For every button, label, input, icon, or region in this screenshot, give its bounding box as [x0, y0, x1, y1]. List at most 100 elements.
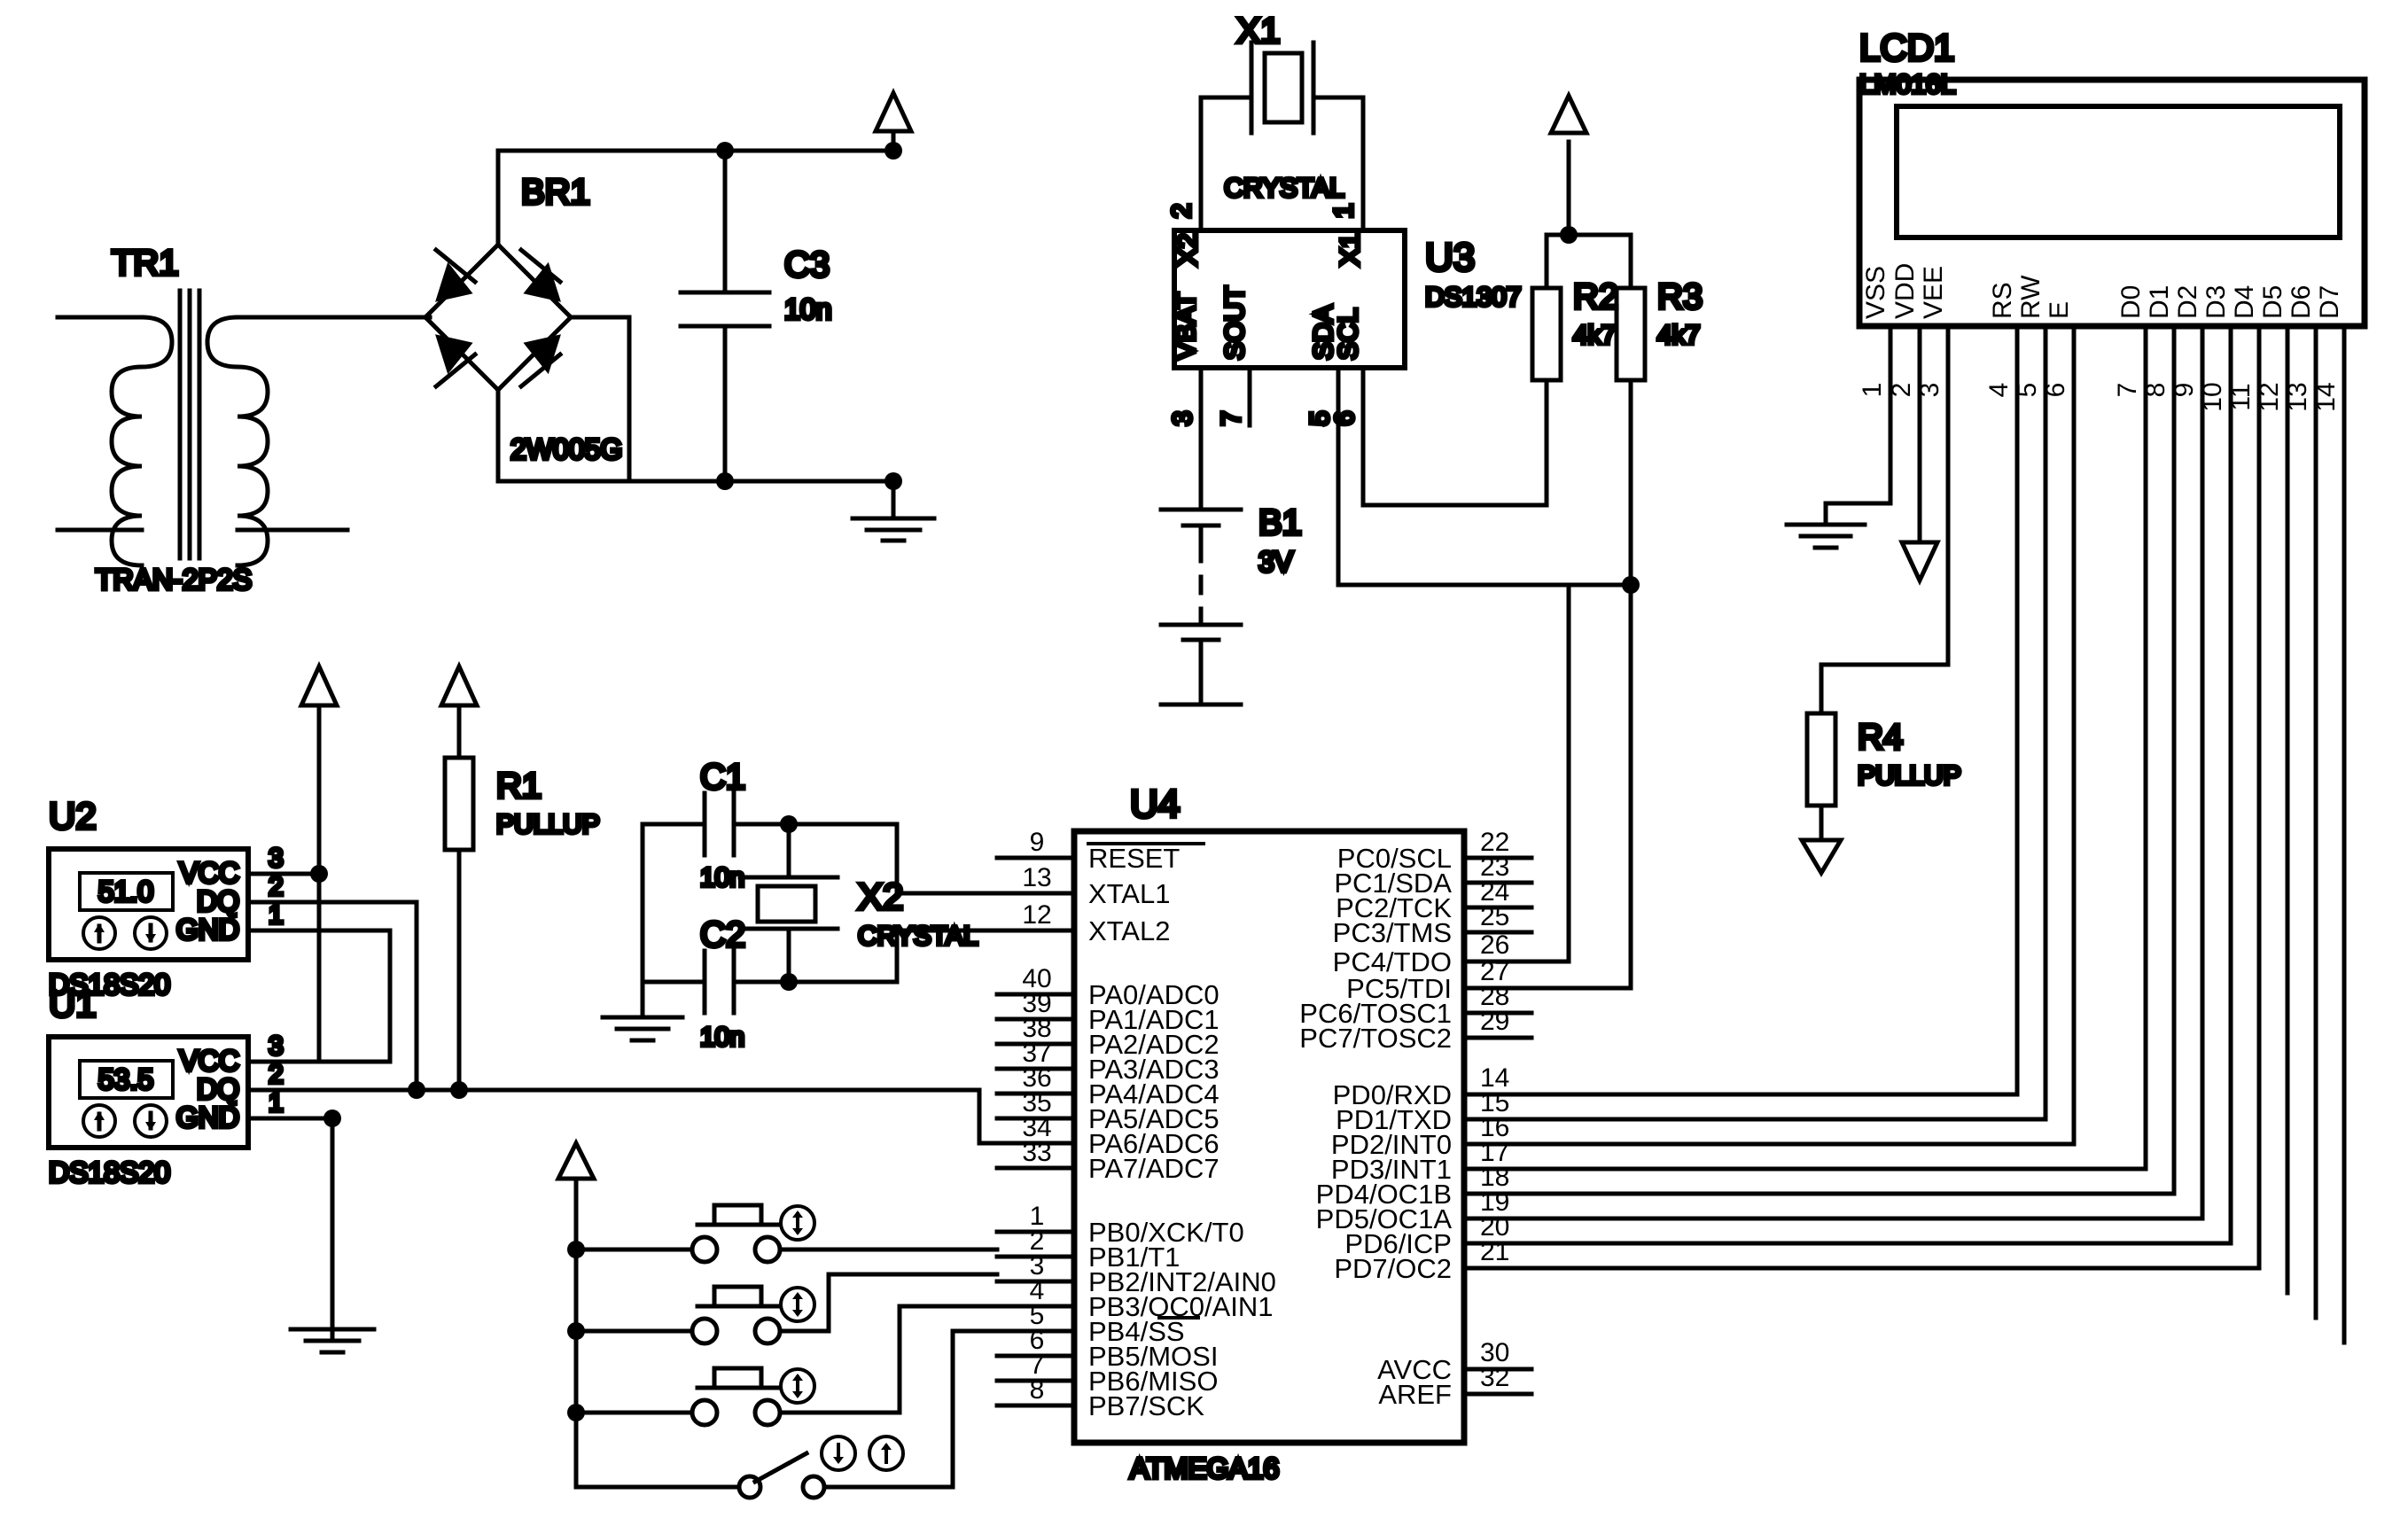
u3-pin-vbat-num: 3 [1168, 411, 1197, 426]
u3-pin-scl-num: 6 [1330, 411, 1360, 426]
lcd-pin-num-6: 6 [2041, 383, 2070, 398]
u4-pin-label-aref: AREF [1378, 1379, 1452, 1410]
r2-value: 4k7 [1573, 321, 1616, 350]
u4-pin-label-pb7: PB7/SCK [1088, 1390, 1204, 1421]
u1-reading: 53.5 [98, 1063, 153, 1095]
lcd-pin-num-7: 7 [2113, 383, 2142, 398]
x1-pin-left-num: 2 [1167, 204, 1196, 219]
lcd-value: LM016L [1859, 70, 1955, 99]
u3-pin-sout-num: 7 [1217, 411, 1246, 426]
lcd-pin-label-d3: D3 [2201, 285, 2231, 319]
lcd-pin-label-d5: D5 [2258, 285, 2287, 319]
c2-value: 10n [700, 1023, 744, 1052]
transformer-ref: TR1 [112, 244, 179, 283]
lcd-pin-num-9: 9 [2170, 383, 2199, 398]
u3-pin-vbat-label: VBAT [1172, 292, 1201, 360]
pushbutton-3[interactable] [567, 1304, 1000, 1428]
mcu-clock-network [600, 790, 1077, 1043]
lcd-contrast-network [1797, 378, 1951, 877]
battery-b1 [1158, 507, 1243, 707]
lcd-pin-label-vee: VEE [1919, 266, 1948, 319]
u2-pin-dq-num: 2 [269, 872, 284, 901]
transformer-value: TRAN-2P2S [96, 564, 252, 596]
rtc-pullups [1532, 90, 1645, 991]
lcd-pin-label-vdd: VDD [1890, 263, 1920, 319]
lcd-pin-num-4: 4 [1984, 383, 2014, 398]
u2-pin-vcc-label: VCC [179, 857, 239, 889]
bridge-ref: BR1 [521, 173, 590, 212]
u1-value: DS18S20 [49, 1156, 170, 1188]
x2-value: CRYSTAL [858, 922, 978, 951]
schematic-canvas: TR1 TRAN-2P2S BR1 2W005G C3 10n X1 CRYST… [0, 0, 2408, 1526]
u4-pin-num-26: 26 [1480, 930, 1509, 960]
u3-pin-scl-label: SCL [1334, 308, 1363, 360]
u4-value: ATMEGA16 [1130, 1452, 1279, 1484]
r4-value: PULLUP [1858, 761, 1961, 790]
ground-lcd-vss [1784, 501, 1893, 550]
u2-pin-gnd-label: GND [176, 914, 239, 946]
lcd-pin-num-3: 3 [1915, 383, 1944, 398]
r3-ref: R3 [1657, 277, 1703, 316]
rtc-i2c-wires [1336, 502, 1571, 588]
r2-ref: R2 [1573, 277, 1618, 316]
lcd-pin-num-14: 14 [2311, 382, 2341, 411]
lcd-pin-label-rs: RS [1988, 282, 2017, 319]
r4-ref: R4 [1858, 718, 1903, 757]
c3-value: 10n [784, 293, 831, 325]
b1-value: 3V [1259, 546, 1294, 578]
u4-pin-label-pa7: PA7/ADC7 [1088, 1153, 1220, 1184]
schematic-svg: TR1 TRAN-2P2S BR1 2W005G C3 10n X1 CRYST… [46, 10, 2368, 1500]
lcd-pin-label-d2: D2 [2173, 285, 2202, 319]
pushbutton-2[interactable] [567, 1272, 1000, 1346]
u4-pin-num-25: 25 [1480, 902, 1509, 931]
lcd-pin-num-11: 11 [2226, 383, 2256, 410]
u4-pin-label-reset: RESET [1088, 843, 1180, 874]
r3-value: 4k7 [1657, 321, 1700, 350]
x1-pin-right-num: 1 [1329, 204, 1359, 219]
lcd-pin-num-5: 5 [2013, 383, 2042, 398]
u4-pin-num-29: 29 [1480, 1007, 1509, 1036]
u1-pin-dq-label: DQ [197, 1073, 239, 1105]
input-buttons-group [554, 1138, 1000, 1500]
c1-ref: C1 [700, 758, 745, 797]
r1-ref: R1 [496, 767, 542, 806]
u4-pin-num-32: 32 [1480, 1363, 1509, 1392]
lcd-ref: LCD1 [1859, 27, 1954, 68]
u4-pin-num-21: 21 [1480, 1237, 1509, 1266]
u1-pin-gnd-label: GND [176, 1102, 239, 1133]
u3-pin-x2-label: X2 [1173, 233, 1203, 266]
u4-pin-label-pc3: PC3/TMS [1333, 917, 1452, 948]
u4-pin-num-13: 13 [1022, 863, 1051, 892]
vcc-power-arrow-lcd [1898, 540, 1941, 586]
u2-reading: 51.0 [98, 876, 153, 907]
u4-pin-num-12: 12 [1022, 900, 1051, 930]
u3-pin-sout-label: SOUT [1220, 286, 1250, 360]
r1-value: PULLUP [496, 810, 600, 839]
u4-pin-label-xtal1: XTAL1 [1088, 878, 1170, 909]
u2-ref: U2 [49, 795, 97, 837]
lcd-pin-num-10: 10 [2198, 382, 2227, 411]
u1-pin-gnd-num: 1 [269, 1088, 284, 1117]
capacitor-c3 [678, 142, 772, 490]
x1-value: CRYSTAL [1224, 174, 1344, 203]
u1-pin-vcc-label: VCC [179, 1045, 239, 1077]
u1-pin-dq-num: 2 [269, 1060, 284, 1089]
u2-pin-vcc-num: 3 [269, 844, 284, 873]
bridge-value: 2W005G [510, 433, 622, 465]
c3-ref: C3 [784, 245, 830, 284]
u4-pin-label-xtal2: XTAL2 [1088, 915, 1170, 946]
lcd-pin-label-d4: D4 [2230, 285, 2259, 319]
lcd-pin-label-d6: D6 [2287, 285, 2316, 319]
lcd-pin-label-d0: D0 [2116, 285, 2146, 319]
lcd-pins [1888, 323, 2347, 1345]
lcd-pin-label-vss: VSS [1861, 266, 1890, 319]
pushbutton-1[interactable] [567, 1203, 1000, 1265]
mcu-right-pin-stubs [1461, 855, 2262, 1397]
lcd-pin-num-12: 12 [2255, 382, 2284, 411]
pullup-r1 [438, 660, 480, 1099]
u4-pin-num-33: 33 [1022, 1138, 1051, 1167]
b1-ref: B1 [1259, 503, 1302, 542]
u4-pin-num-8: 8 [1030, 1375, 1045, 1405]
sensor-power-rails [288, 660, 393, 1355]
lcd-pin-num-2: 2 [1887, 383, 1916, 398]
